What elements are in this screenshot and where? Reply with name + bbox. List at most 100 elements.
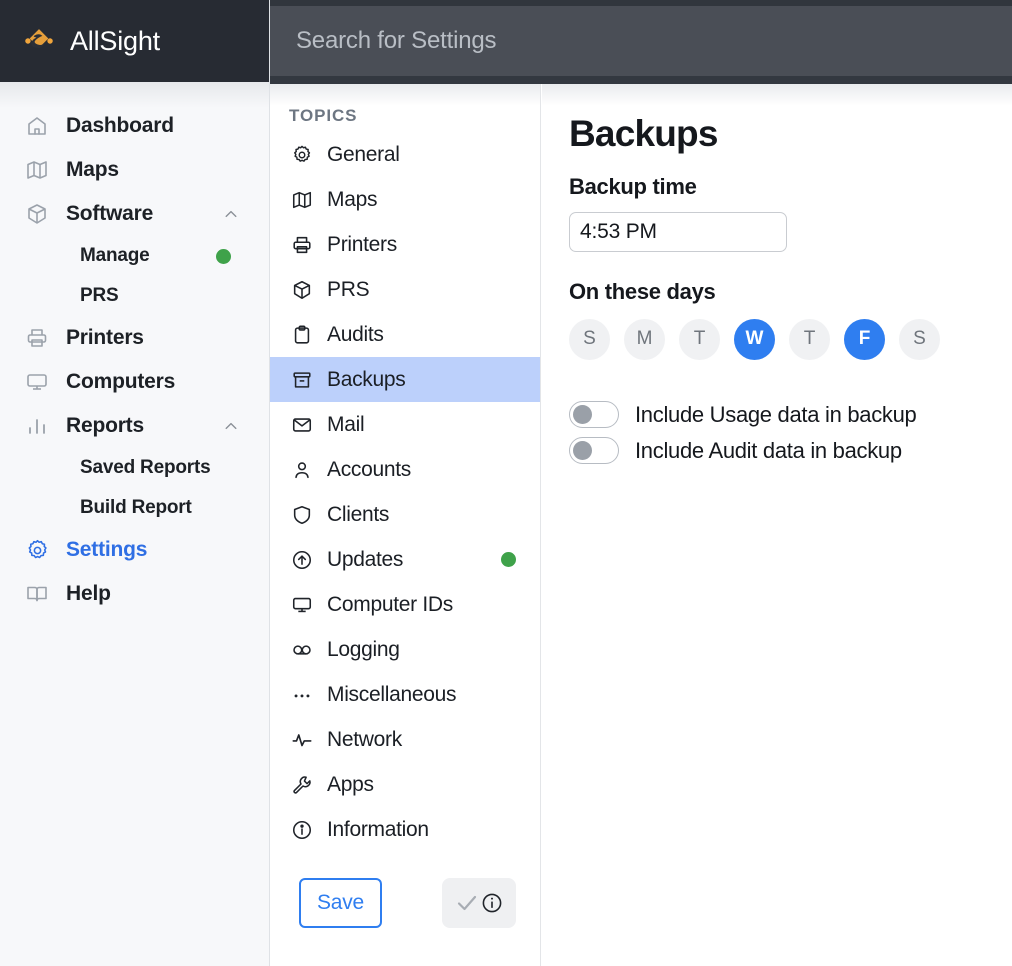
topics-panel: TOPICS General Maps Printers PRS Audits … bbox=[270, 84, 541, 966]
day-toggle-friday[interactable]: F bbox=[844, 318, 885, 360]
gear-icon bbox=[290, 143, 314, 167]
topics-heading: TOPICS bbox=[289, 106, 358, 125]
sidebar-item-label: Computers bbox=[66, 370, 176, 393]
search-input[interactable] bbox=[296, 27, 941, 55]
topic-item-printers[interactable]: Printers bbox=[270, 222, 540, 267]
include-usage-data-switch[interactable] bbox=[569, 401, 619, 429]
topic-label: Backups bbox=[327, 367, 406, 391]
sidebar-subitem-prs[interactable]: PRS bbox=[0, 276, 269, 316]
page-title: Backups bbox=[569, 113, 718, 154]
toggle-row-usage-data: Include Usage data in backup bbox=[569, 397, 1012, 433]
clipboard-icon bbox=[290, 323, 314, 347]
include-audit-data-switch[interactable] bbox=[569, 437, 619, 465]
brand-name: AllSight bbox=[70, 25, 160, 56]
sidebar-subitem-label: Saved Reports bbox=[80, 457, 211, 478]
sidebar-subitem-label: Build Report bbox=[80, 497, 192, 518]
day-toggle-tuesday[interactable]: T bbox=[679, 318, 720, 360]
topic-label: Miscellaneous bbox=[327, 682, 457, 706]
topic-label: Mail bbox=[327, 412, 365, 436]
toggle-label: Include Audit data in backup bbox=[635, 437, 902, 463]
box-icon bbox=[290, 278, 314, 302]
brand-header[interactable]: AllSight bbox=[0, 0, 269, 82]
topic-item-logging[interactable]: Logging bbox=[270, 627, 540, 672]
check-icon bbox=[457, 895, 476, 911]
topic-item-prs[interactable]: PRS bbox=[270, 267, 540, 312]
main-sidebar: AllSight Dashboard Maps Software Manage … bbox=[0, 0, 270, 966]
settings-detail-panel: Backups Backup time On these days S M T … bbox=[542, 84, 1012, 966]
monitor-icon bbox=[24, 369, 50, 395]
sidebar-item-reports[interactable]: Reports bbox=[0, 404, 269, 448]
monitor-icon bbox=[290, 593, 314, 617]
topic-label: Accounts bbox=[327, 457, 411, 481]
backup-time-input[interactable] bbox=[569, 211, 787, 252]
sidebar-subitem-saved-reports[interactable]: Saved Reports bbox=[0, 448, 269, 488]
day-toggle-thursday[interactable]: T bbox=[789, 318, 830, 360]
header-bottom-strip bbox=[270, 76, 1012, 84]
sidebar-item-help[interactable]: Help bbox=[0, 572, 269, 616]
topic-item-backups[interactable]: Backups bbox=[270, 357, 540, 402]
topic-label: General bbox=[327, 142, 400, 166]
sidebar-item-software[interactable]: Software bbox=[0, 192, 269, 236]
topic-item-accounts[interactable]: Accounts bbox=[270, 447, 540, 492]
bar-chart-icon bbox=[24, 413, 50, 439]
info-circle-icon bbox=[482, 893, 501, 913]
sidebar-item-settings[interactable]: Settings bbox=[0, 528, 269, 572]
topic-item-apps[interactable]: Apps bbox=[270, 762, 540, 807]
sidebar-item-maps[interactable]: Maps bbox=[0, 148, 269, 192]
day-selector: S M T W T F S bbox=[569, 318, 1012, 360]
sidebar-item-computers[interactable]: Computers bbox=[0, 360, 269, 404]
topic-label: Updates bbox=[327, 547, 404, 571]
topic-item-information[interactable]: Information bbox=[270, 807, 540, 852]
status-badge-dot bbox=[501, 552, 516, 567]
day-toggle-sunday[interactable]: S bbox=[569, 318, 610, 360]
person-icon bbox=[290, 458, 314, 482]
topic-item-mail[interactable]: Mail bbox=[270, 402, 540, 447]
day-toggle-wednesday[interactable]: W bbox=[734, 318, 775, 360]
topic-label: Apps bbox=[327, 772, 374, 796]
switch-knob bbox=[573, 404, 592, 424]
ellipsis-icon bbox=[290, 683, 314, 707]
sidebar-subitem-label: PRS bbox=[80, 285, 119, 306]
chevron-up-icon[interactable] bbox=[223, 418, 239, 434]
home-icon bbox=[24, 113, 50, 139]
save-status-button[interactable] bbox=[442, 878, 516, 928]
printer-icon bbox=[24, 325, 50, 351]
wrench-icon bbox=[290, 773, 314, 797]
topic-item-clients[interactable]: Clients bbox=[270, 492, 540, 537]
sidebar-item-dashboard[interactable]: Dashboard bbox=[0, 104, 269, 148]
topic-label: Printers bbox=[327, 232, 397, 256]
shield-icon bbox=[290, 503, 314, 527]
sidebar-nav: Dashboard Maps Software Manage PRS Print… bbox=[0, 82, 269, 616]
sidebar-item-label: Settings bbox=[66, 538, 148, 561]
sidebar-item-label: Maps bbox=[66, 158, 119, 181]
topic-label: Information bbox=[327, 817, 429, 841]
topic-item-miscellaneous[interactable]: Miscellaneous bbox=[270, 672, 540, 717]
allsight-diamond-logo-icon bbox=[25, 29, 53, 48]
topic-item-audits[interactable]: Audits bbox=[270, 312, 540, 357]
sidebar-subitem-build-report[interactable]: Build Report bbox=[0, 488, 269, 528]
topic-label: Maps bbox=[327, 187, 378, 211]
topic-item-updates[interactable]: Updates bbox=[270, 537, 540, 582]
map-icon bbox=[24, 157, 50, 183]
topic-label: Clients bbox=[327, 502, 390, 526]
topic-item-general[interactable]: General bbox=[270, 132, 540, 177]
sidebar-subitem-manage[interactable]: Manage bbox=[0, 236, 269, 276]
arrow-up-circle-icon bbox=[290, 548, 314, 572]
day-toggle-monday[interactable]: M bbox=[624, 318, 665, 360]
chevron-up-icon[interactable] bbox=[223, 206, 239, 222]
topic-item-maps[interactable]: Maps bbox=[270, 177, 540, 222]
reel-icon bbox=[290, 638, 314, 662]
backup-options: Include Usage data in backup Include Aud… bbox=[569, 397, 1012, 469]
map-icon bbox=[290, 188, 314, 212]
sidebar-subitem-label: Manage bbox=[80, 245, 150, 266]
topic-item-computer-ids[interactable]: Computer IDs bbox=[270, 582, 540, 627]
book-icon bbox=[24, 581, 50, 607]
toggle-label: Include Usage data in backup bbox=[635, 401, 917, 427]
sidebar-item-printers[interactable]: Printers bbox=[0, 316, 269, 360]
archive-box-icon bbox=[290, 368, 314, 392]
day-toggle-saturday[interactable]: S bbox=[899, 318, 940, 360]
envelope-icon bbox=[290, 413, 314, 437]
save-button[interactable]: Save bbox=[299, 878, 382, 928]
topic-item-network[interactable]: Network bbox=[270, 717, 540, 762]
app-window: AllSight Dashboard Maps Software Manage … bbox=[0, 0, 1012, 966]
